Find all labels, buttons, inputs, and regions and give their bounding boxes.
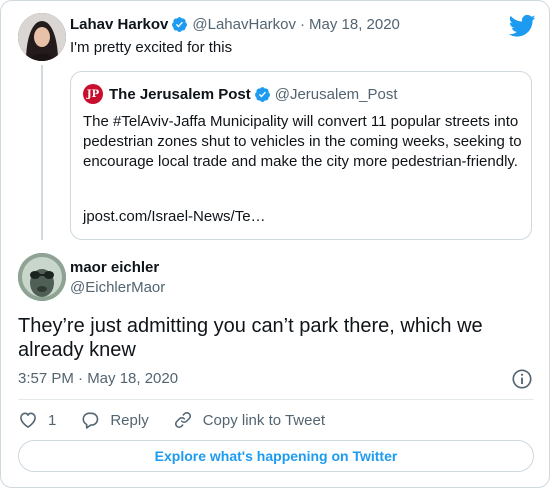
separator-dot: · [300,16,305,33]
author-avatar[interactable] [18,253,66,301]
quoted-avatar-logo: JP [83,84,103,104]
quoted-display-name: The Jerusalem Post [109,85,251,103]
tweet-timestamp[interactable]: 3:57 PM · May 18, 2020 [18,370,178,387]
verified-icon [172,17,188,32]
parent-avatar[interactable] [18,13,66,61]
explore-twitter-button[interactable]: Explore what's happening on Twitter [18,440,534,472]
link-icon [174,412,191,428]
thread-line [41,65,43,240]
parent-header: Lahav Harkov @LahavHarkov · May 18, 2020 [70,16,400,33]
parent-tweet-text: I'm pretty excited for this [70,39,233,56]
reply-bubble-icon [82,412,99,429]
quoted-tweet-text: The #TelAviv-Jaffa Municipality will con… [83,113,522,170]
reply-label: Reply [110,411,149,429]
like-button[interactable]: 1 [18,410,56,430]
info-icon[interactable] [511,368,533,390]
tweet-actions: 1 Reply Copy link to Tweet [18,409,349,431]
quoted-handle: @Jerusalem_Post [274,85,398,103]
divider [18,399,534,400]
author-handle[interactable]: @EichlerMaor [70,279,165,296]
author-display-name[interactable]: maor eichler [70,259,159,276]
quoted-tweet-header: JP The Jerusalem Post @Jerusalem_Post [83,84,398,104]
heart-icon [20,412,36,428]
tweet-text: They’re just admitting you can’t park th… [18,315,483,361]
parent-handle[interactable]: @LahavHarkov [192,16,296,33]
like-count: 1 [48,411,57,429]
twitter-bird-icon[interactable] [509,14,536,38]
copy-link-button[interactable]: Copy link to Tweet [173,410,325,430]
parent-date[interactable]: May 18, 2020 [309,16,400,33]
tweet-embed-card: Lahav Harkov @LahavHarkov · May 18, 2020… [0,0,550,488]
quoted-tweet-link[interactable]: jpost.com/Israel-News/Te… [83,208,266,225]
verified-icon [254,86,270,102]
parent-display-name[interactable]: Lahav Harkov [70,16,168,33]
quoted-tweet-card[interactable]: JP The Jerusalem Post @Jerusalem_Post Th… [70,71,532,240]
copy-link-label: Copy link to Tweet [202,411,325,429]
reply-button[interactable]: Reply [80,410,149,430]
